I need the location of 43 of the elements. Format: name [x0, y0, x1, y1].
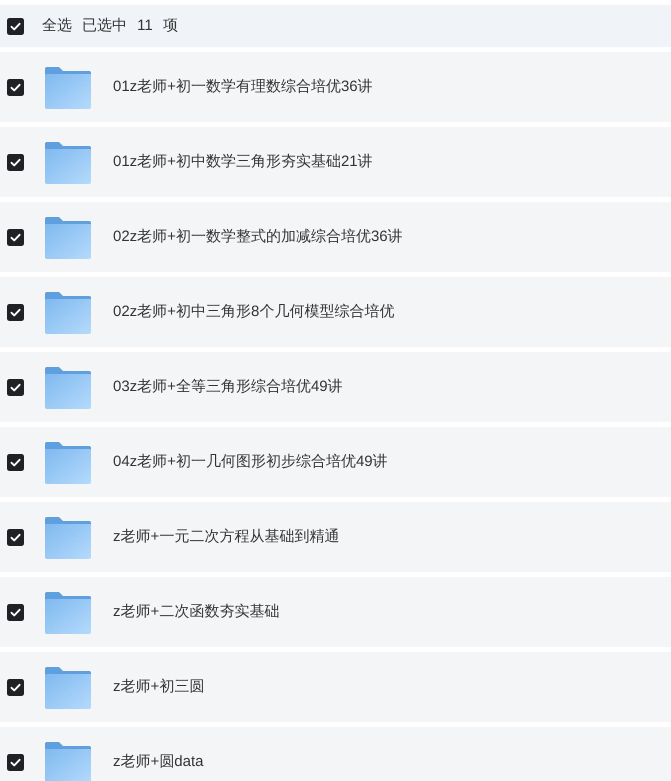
checkbox[interactable] — [7, 528, 24, 546]
folder-icon — [45, 366, 91, 408]
folder-name: 01z老师+初中数学三角形夯实基础21讲 — [113, 152, 373, 172]
folder-row[interactable]: z老师+圆data — [0, 727, 671, 781]
checkbox[interactable] — [7, 604, 24, 620]
checkbox[interactable] — [7, 754, 24, 770]
folder-row[interactable]: z老师+一元二次方程从基础到精通 — [0, 502, 671, 572]
folder-row[interactable]: 04z老师+初一几何图形初步综合培优49讲 — [0, 427, 671, 497]
folder-row[interactable]: z老师+初三圆 — [0, 652, 671, 722]
checkbox[interactable] — [7, 304, 24, 320]
folder-icon — [45, 666, 91, 708]
folder-name: z老师+圆data — [113, 752, 204, 772]
checkbox[interactable] — [7, 78, 24, 96]
folder-icon — [45, 742, 91, 781]
folder-icon — [45, 66, 91, 108]
folder-icon — [45, 142, 91, 184]
folder-name: 01z老师+初一数学有理数综合培优36讲 — [113, 76, 373, 97]
folder-icon — [45, 516, 91, 558]
folder-icon — [45, 216, 91, 258]
select-all-label[interactable]: 全选 — [42, 14, 72, 38]
folder-name: 02z老师+初一数学整式的加减综合培优36讲 — [113, 226, 403, 247]
folder-icon — [45, 592, 91, 634]
selection-count: 已选中 11 项 — [82, 16, 178, 36]
folder-row[interactable]: 03z老师+全等三角形综合培优49讲 — [0, 352, 671, 422]
checkbox[interactable] — [7, 18, 24, 34]
folder-row[interactable]: 02z老师+初一数学整式的加减综合培优36讲 — [0, 202, 671, 272]
folder-icon — [45, 442, 91, 484]
folder-row[interactable]: z老师+二次函数夯实基础 — [0, 577, 671, 647]
folder-row[interactable]: 01z老师+初一数学有理数综合培优36讲 — [0, 52, 671, 122]
folder-name: z老师+一元二次方程从基础到精通 — [113, 526, 340, 547]
folder-name: 03z老师+全等三角形综合培优49讲 — [113, 376, 343, 397]
checkbox[interactable] — [7, 154, 24, 170]
folder-icon — [45, 292, 91, 334]
checkbox[interactable] — [7, 454, 24, 470]
folder-name: z老师+初三圆 — [113, 676, 204, 697]
folder-row[interactable]: 02z老师+初中三角形8个几何模型综合培优 — [0, 277, 671, 347]
folder-row[interactable]: 01z老师+初中数学三角形夯实基础21讲 — [0, 127, 671, 197]
folder-name: 04z老师+初一几何图形初步综合培优49讲 — [113, 452, 388, 472]
folder-name: 02z老师+初中三角形8个几何模型综合培优 — [113, 302, 394, 322]
checkbox[interactable] — [7, 228, 24, 246]
checkbox[interactable] — [7, 378, 24, 396]
folder-name: z老师+二次函数夯实基础 — [113, 602, 280, 622]
checkbox[interactable] — [7, 678, 24, 696]
